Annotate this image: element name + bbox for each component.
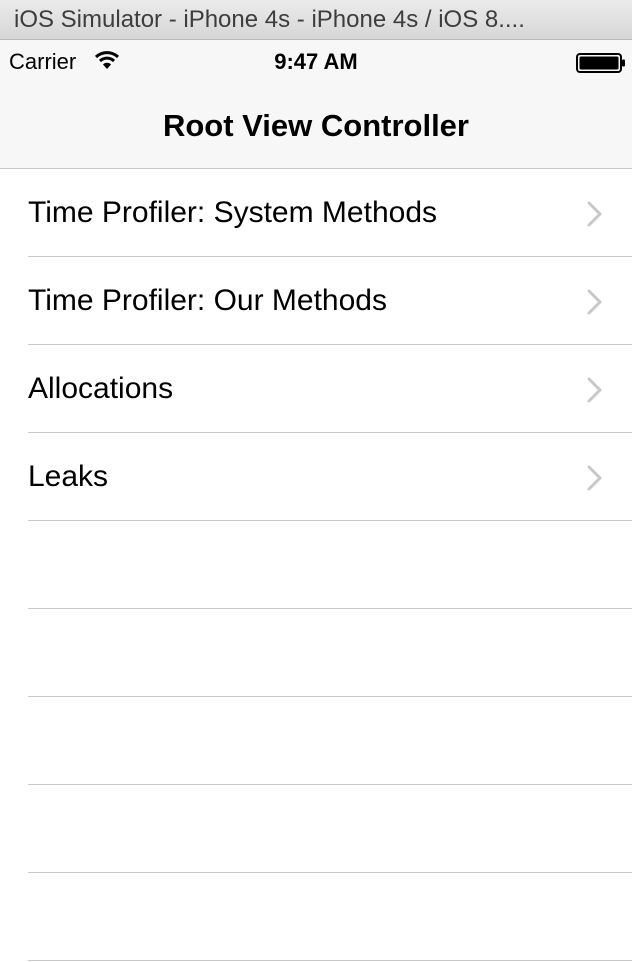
row-label: Time Profiler: System Methods [28,196,437,229]
battery-icon [576,53,625,73]
row-label: Leaks [28,460,109,493]
status-time: 9:47 AM [274,49,358,74]
window-titlebar[interactable]: iOS Simulator - iPhone 4s - iPhone 4s / … [0,0,632,40]
empty-table-row [0,785,632,873]
page-title: Root View Controller [162,108,469,143]
table-row[interactable]: Time Profiler: Our Methods [0,257,632,345]
window-title: iOS Simulator - iPhone 4s - iPhone 4s / … [14,6,525,33]
row-label: Time Profiler: Our Methods [28,284,387,317]
table-view[interactable]: Time Profiler: System Methods Time Profi… [0,169,632,961]
empty-table-row [0,873,632,961]
chevron-right-icon [587,465,602,491]
empty-table-row [0,521,632,609]
table-row[interactable]: Leaks [0,433,632,521]
chevron-right-icon [587,377,602,403]
ios-screen: Carrier 9:47 AM Root View Controller Tim… [0,40,632,962]
simulator-window: iOS Simulator - iPhone 4s - iPhone 4s / … [0,0,632,962]
chevron-right-icon [587,201,602,227]
chevron-right-icon [587,289,602,315]
row-label: Allocations [28,372,174,405]
empty-table-row [0,609,632,697]
navigation-bar: Carrier 9:47 AM Root View Controller [0,40,632,169]
empty-table-row [0,697,632,785]
table-row[interactable]: Time Profiler: System Methods [0,169,632,257]
table-row[interactable]: Allocations [0,345,632,433]
